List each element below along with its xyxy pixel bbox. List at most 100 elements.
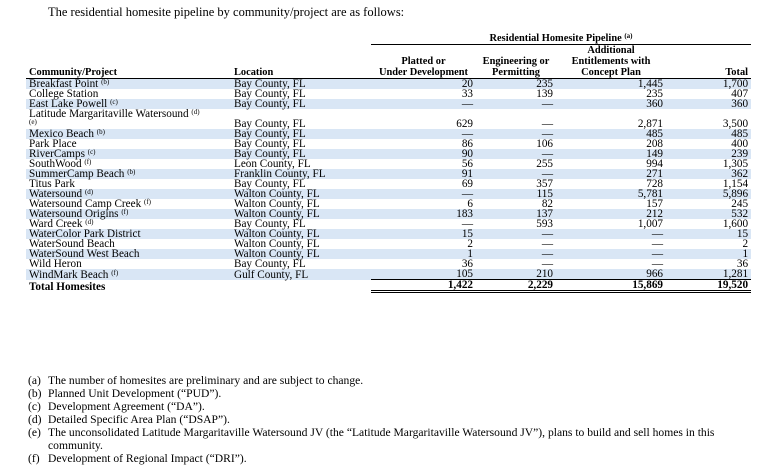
row-platted: 183 bbox=[371, 208, 476, 220]
table-row: SummerCamp Beach (b) Franklin County, FL 9… bbox=[26, 168, 752, 180]
total-label: Total Homesites bbox=[29, 280, 106, 293]
footnote: (f) Development of Regional Impact (“DRI”… bbox=[28, 452, 748, 465]
row-engineering: — bbox=[476, 98, 556, 110]
intro-text: The residential homesite pipeline by com… bbox=[48, 5, 405, 19]
table-row: RiverCamps (c) Bay County, FL 90—149 239 bbox=[26, 148, 752, 160]
table-row: Wild Heron Bay County, FL 36— —36 bbox=[26, 258, 751, 270]
platted-header-line2: Under Development bbox=[371, 67, 476, 79]
footnote: (a) The number of homesites are prelimina… bbox=[28, 374, 748, 387]
table-row: Mexico Beach (b) Bay County, FL — —485 485 bbox=[26, 128, 752, 140]
footnote-mark: (c) bbox=[28, 400, 41, 413]
row-platted: 86 bbox=[461, 138, 473, 150]
row-platted: 629 bbox=[456, 118, 473, 130]
pipeline-group-header: Residential Homesite Pipeline (a) bbox=[371, 33, 752, 45]
row-name: Latitude Margaritaville Watersound (d) bbox=[26, 108, 231, 120]
total-row: Total Homesites 1,422 2,229 15,869 19,520 bbox=[26, 279, 752, 293]
row-additional: 966 bbox=[556, 269, 666, 280]
additional-header-line2: Entitlements with bbox=[571, 56, 651, 67]
footnote: (d) Detailed Specific Area Plan (“DSAP”). bbox=[28, 413, 748, 426]
total-location-blank bbox=[231, 280, 371, 292]
row-name: WindMark Beach (f) bbox=[26, 269, 231, 280]
row-note: (f) bbox=[143, 198, 151, 206]
row-platted: 15 bbox=[371, 228, 476, 240]
row-note: (c) bbox=[110, 98, 118, 106]
total-header: Total bbox=[666, 67, 752, 79]
footnote-text: The unconsolidated Latitude Margaritavil… bbox=[48, 426, 715, 452]
row-platted: — bbox=[371, 128, 476, 140]
footnote-text: Development Agreement (“DA”). bbox=[48, 400, 205, 413]
row-total: 1,281 bbox=[666, 269, 752, 280]
footnote-text: Development of Regional Impact (“DRI”). bbox=[48, 452, 247, 465]
row-note: (e) bbox=[29, 118, 37, 126]
row-location: Bay County, FL bbox=[234, 258, 306, 270]
footnote: (e) The unconsolidated Latitude Margarita… bbox=[28, 426, 748, 452]
footnote: (c) Development Agreement (“DA”). bbox=[28, 400, 748, 413]
community-header: Community/Project bbox=[26, 67, 231, 79]
row-note: (b) bbox=[127, 168, 136, 176]
row-note: (f) bbox=[111, 268, 119, 277]
row-note: (f) bbox=[121, 208, 129, 216]
row-location: Gulf County, FL bbox=[231, 269, 371, 280]
row-note: (c) bbox=[87, 148, 96, 156]
table-row: WaterSound West Beach Walton County, FL 1—… bbox=[26, 248, 752, 260]
table-row: Breakfast Point (b) Bay County, FL 20 235 1,… bbox=[26, 78, 752, 90]
engineering-header-line2: Permitting bbox=[476, 67, 556, 79]
table-row: Park Place Bay County, FL 86 106 208 400 bbox=[26, 138, 751, 150]
engineering-header-line1: Engineering or bbox=[482, 56, 550, 67]
row-note: (b) bbox=[101, 78, 110, 86]
row-platted: 2 bbox=[467, 238, 473, 250]
footnote-mark: (a) bbox=[28, 374, 41, 387]
row-note: (d) bbox=[85, 218, 94, 226]
row-name-text: Latitude Margaritaville Watersound bbox=[29, 108, 189, 120]
row-additional: — bbox=[651, 238, 663, 250]
row-platted: 90 bbox=[371, 148, 476, 160]
row-platted: — bbox=[461, 218, 473, 230]
row-total: 15 bbox=[666, 228, 752, 240]
platted-header-line1: Platted or bbox=[401, 56, 446, 67]
table-row: WaterColor Park District Walton County, F… bbox=[26, 228, 752, 240]
row-total: 2 bbox=[742, 238, 749, 250]
row-platted: 20 bbox=[371, 78, 476, 89]
location-header: Location bbox=[231, 67, 371, 79]
table-row: College Station Bay County, FL 33 139 235 407 bbox=[26, 88, 751, 100]
row-platted: 33 bbox=[461, 88, 473, 100]
row-platted: 1 bbox=[371, 248, 476, 260]
row-note: (d) bbox=[84, 188, 94, 196]
row-total: 360 bbox=[666, 98, 752, 110]
footnote-mark: (e) bbox=[28, 426, 41, 439]
total-platted: 1,422 bbox=[371, 279, 476, 293]
homesite-pipeline-table: Residential Homesite Pipeline (a) Additi… bbox=[26, 33, 752, 293]
additional-header-line1: Additional bbox=[587, 45, 635, 56]
footnote: (b) Planned Unit Development (“PUD”). bbox=[28, 387, 748, 400]
total-total: 19,520 bbox=[666, 279, 752, 293]
footnote-text: Detailed Specific Area Plan (“DSAP”). bbox=[48, 413, 230, 426]
row-platted: 56 bbox=[461, 158, 473, 170]
total-engineering: 2,229 bbox=[476, 279, 556, 293]
row-name-text: WindMark Beach bbox=[29, 268, 109, 281]
additional-header-line3: Concept Plan bbox=[556, 67, 666, 79]
footnote-text: Planned Unit Development (“PUD”). bbox=[48, 387, 222, 400]
footnote-text: The number of homesites are preliminary … bbox=[48, 374, 364, 387]
row-additional: — bbox=[556, 248, 666, 260]
row-name: Wild Heron bbox=[26, 258, 231, 269]
row-additional: 360 bbox=[556, 98, 666, 110]
row-note: (f) bbox=[84, 158, 92, 166]
row-engineering: 210 bbox=[476, 269, 556, 280]
footnote-mark: (f) bbox=[28, 452, 40, 465]
table-row: Watersound Camp Creek (f) Walton County, … bbox=[26, 198, 751, 209]
table-row: WindMark Beach (f) Gulf County, FL 105 210 9… bbox=[26, 269, 752, 280]
row-additional: — bbox=[556, 228, 666, 240]
row-location: Bay County, FL bbox=[231, 98, 371, 110]
table-row: (e) Bay County, FL 629—2,871 3,500 bbox=[26, 118, 751, 130]
total-additional: 15,869 bbox=[556, 279, 666, 293]
row-platted: — bbox=[371, 188, 476, 200]
footnote-mark: (b) bbox=[28, 387, 42, 400]
row-platted: 69 bbox=[461, 178, 473, 190]
row-platted: 91 bbox=[371, 168, 476, 180]
footnote-mark: (d) bbox=[28, 413, 42, 426]
row-platted: 105 bbox=[371, 269, 476, 280]
row-additional: 1,007 bbox=[637, 218, 663, 230]
row-note: (b) bbox=[96, 128, 105, 136]
row-note: (d) bbox=[191, 108, 200, 116]
row-platted: — bbox=[371, 98, 476, 110]
